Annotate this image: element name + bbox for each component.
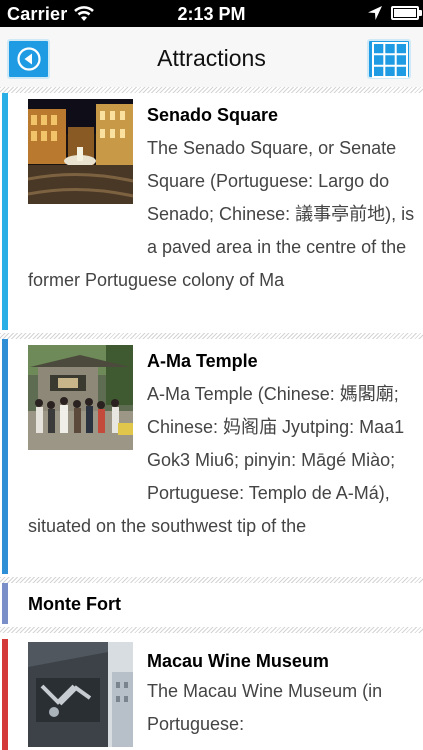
attraction-title: A-Ma Temple — [147, 351, 258, 371]
attraction-description: The Macau Wine Museum (in Portuguese: — [28, 675, 415, 750]
list-item[interactable]: Monte Fort — [0, 583, 423, 627]
attraction-title: Monte Fort — [28, 594, 121, 614]
attraction-title: Macau Wine Museum — [147, 651, 329, 671]
accent-bar — [2, 639, 8, 750]
navigation-bar: Attractions — [0, 27, 423, 89]
list-item[interactable]: Senado Square The Senado Square, or Sena… — [0, 93, 423, 333]
grid-menu-button[interactable] — [367, 39, 411, 79]
thumbnail-spacer — [28, 378, 147, 483]
attraction-description: The Senado Square, or Senate Square (Por… — [28, 132, 415, 297]
status-bar: Carrier 2:13 PM — [0, 0, 423, 27]
grid-menu-icon — [372, 42, 408, 78]
thumbnail-spacer — [28, 675, 147, 750]
attraction-title: Senado Square — [147, 105, 279, 125]
attraction-description-text: The Macau Wine Museum (in Portuguese: — [147, 681, 383, 734]
battery-tip — [419, 10, 422, 16]
accent-bar — [2, 583, 8, 624]
thumbnail-spacer — [28, 132, 147, 237]
list-separator — [0, 627, 423, 633]
battery-icon — [391, 6, 419, 20]
list-item[interactable]: A-Ma Temple A-Ma Temple (Chinese: 媽閣廟; C… — [0, 339, 423, 577]
accent-bar — [2, 339, 8, 574]
location-arrow-icon — [368, 6, 382, 20]
status-time: 2:13 PM — [177, 4, 246, 24]
page-title: Attractions — [157, 45, 266, 71]
attraction-description: A-Ma Temple (Chinese: 媽閣廟; Chinese: 妈阁庙 … — [28, 378, 415, 543]
accent-bar — [2, 93, 8, 330]
list-item[interactable]: Macau Wine Museum The Macau Wine Museum … — [0, 639, 423, 750]
